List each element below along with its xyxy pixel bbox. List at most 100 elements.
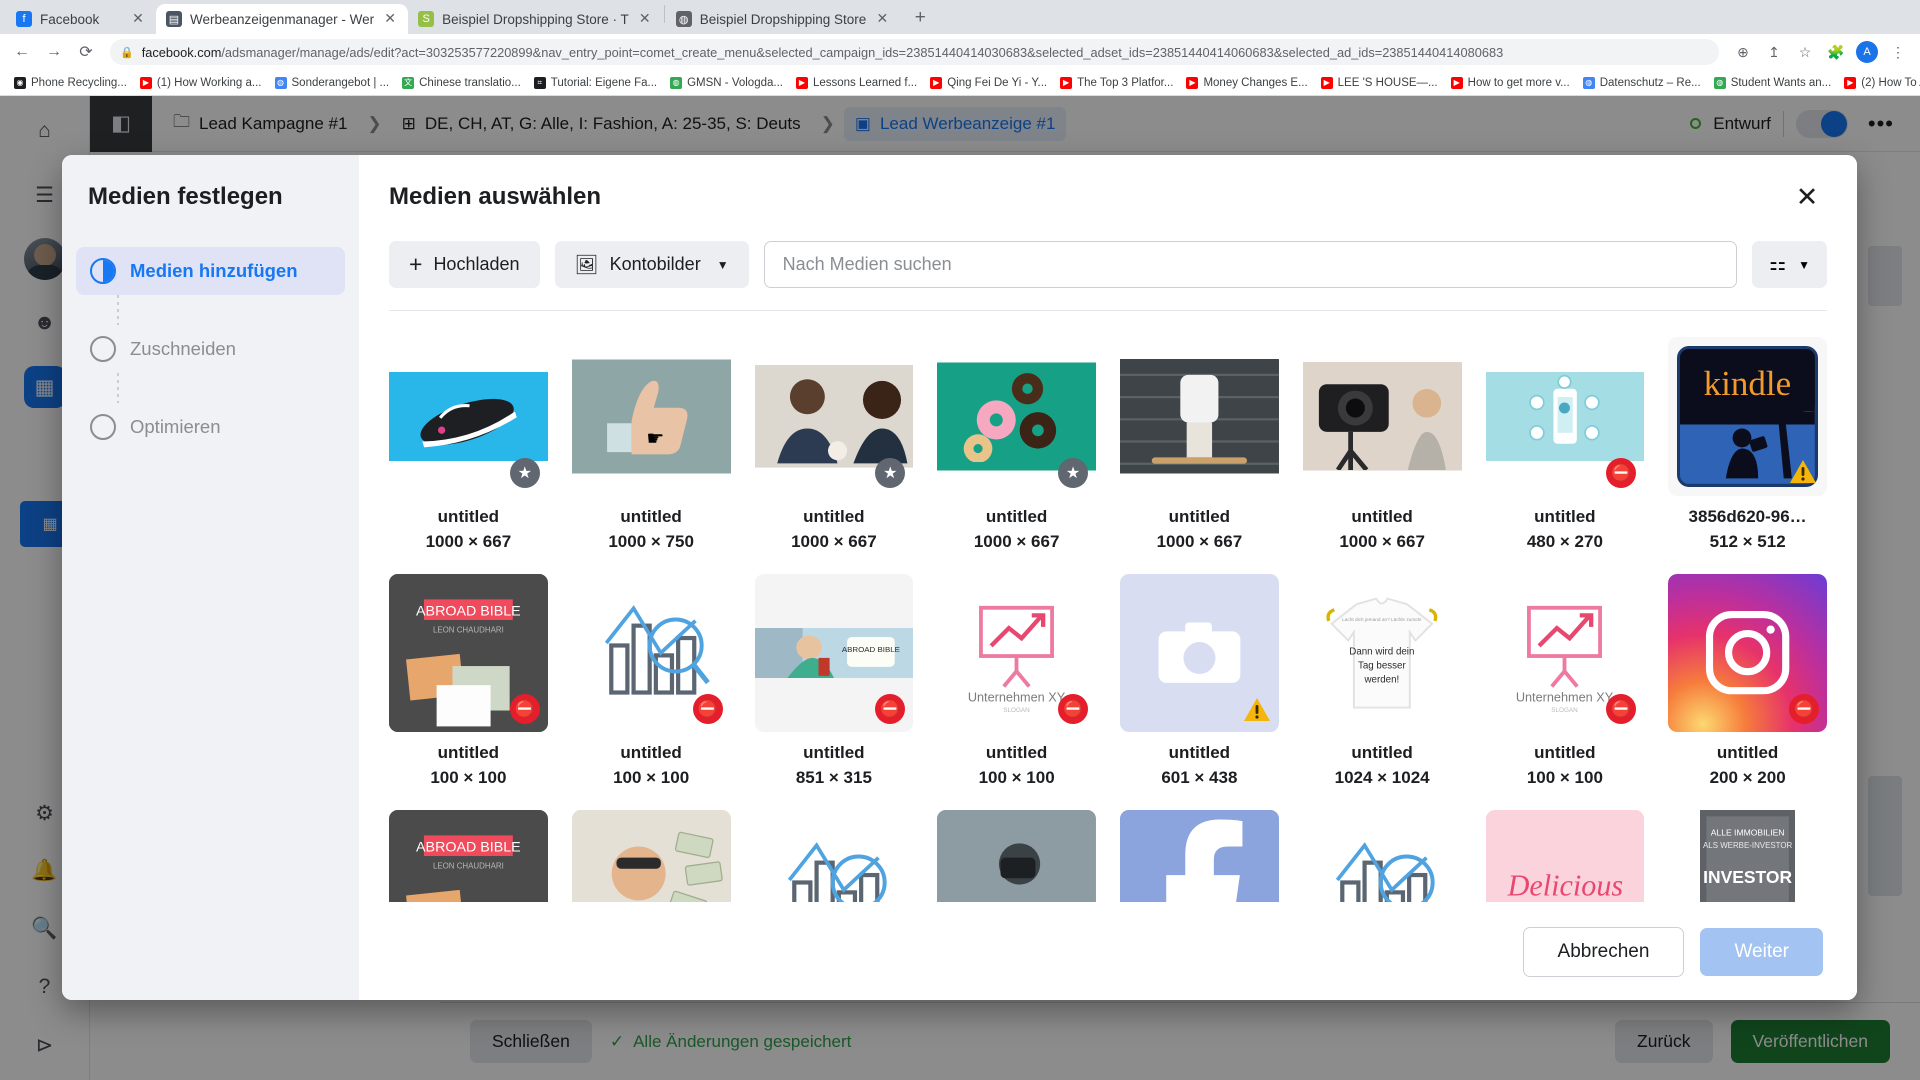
- media-thumbnail[interactable]: Unternehmen XY SLOGAN ⛔: [937, 573, 1096, 733]
- bookmark-item[interactable]: ▶ How to get more v...: [1445, 74, 1576, 92]
- media-item[interactable]: ⛔ untitled 480 × 270: [1485, 336, 1645, 552]
- media-item[interactable]: ABROAD BIBLE LEON CHAUDHARI: [389, 810, 548, 902]
- bookmark-item[interactable]: ▶ Qing Fei De Yi - Y...: [924, 74, 1053, 92]
- bookmark-item[interactable]: ◍ GMSN - Vologda...: [664, 74, 789, 92]
- media-item[interactable]: kindle 3856d620-96… 512 × 512: [1668, 336, 1827, 552]
- source-dropdown[interactable]: 🖼 Kontobilder ▼: [554, 241, 749, 288]
- media-thumbnail[interactable]: [1120, 336, 1279, 496]
- favorite-badge-icon[interactable]: ★: [1058, 457, 1088, 488]
- media-thumbnail[interactable]: ★: [754, 336, 914, 496]
- search-input[interactable]: Nach Medien suchen: [763, 241, 1738, 288]
- new-tab-button[interactable]: +: [906, 4, 934, 32]
- bookmark-item[interactable]: ▶ Lessons Learned f...: [790, 74, 923, 92]
- bookmark-item[interactable]: ▶ The Top 3 Platfor...: [1054, 74, 1179, 92]
- forward-icon[interactable]: →: [40, 38, 68, 66]
- media-item[interactable]: ⛔ untitled 100 × 100: [571, 573, 731, 789]
- bookmark-item[interactable]: ◍ Sonderangebot | ...: [269, 74, 396, 92]
- media-item[interactable]: ABROAD BIBLE ⛔ untitled 851 × 315: [754, 573, 914, 789]
- extensions-icon[interactable]: 🧩: [1822, 38, 1850, 66]
- media-thumbnail[interactable]: [937, 810, 1096, 902]
- browser-tab-0[interactable]: f Facebook ✕: [6, 4, 156, 34]
- media-thumbnail[interactable]: [571, 810, 731, 902]
- media-item[interactable]: ⛔ untitled 200 × 200: [1668, 573, 1827, 789]
- media-thumbnail[interactable]: [754, 810, 914, 902]
- browser-tab-3[interactable]: ◍ Beispiel Dropshipping Store ✕: [666, 4, 901, 34]
- media-thumbnail[interactable]: Unternehmen XY SLOGAN ⛔: [1485, 573, 1645, 733]
- menu-icon[interactable]: ⋮: [1884, 38, 1912, 66]
- media-item[interactable]: [1302, 810, 1462, 902]
- bookmark-item[interactable]: ▶ (2) How To Add A...: [1838, 74, 1920, 92]
- upload-button[interactable]: + Hochladen: [389, 241, 540, 288]
- media-thumbnail[interactable]: ALLE IMMOBILIEN ALS WERBE-INVESTOR INVESTO…: [1668, 810, 1827, 902]
- browser-tab-1[interactable]: ▤ Werbeanzeigenmanager - Wer ✕: [156, 4, 409, 34]
- warning-badge-icon[interactable]: [1789, 458, 1817, 486]
- bookmark-item[interactable]: ◍ Student Wants an...: [1708, 74, 1838, 92]
- media-thumbnail[interactable]: kindle: [1668, 336, 1827, 496]
- media-item[interactable]: ☛ untitled 1000 × 750: [571, 336, 731, 552]
- media-item[interactable]: [571, 810, 731, 902]
- bookmark-item[interactable]: ⌗ Tutorial: Eigene Fa...: [528, 74, 663, 92]
- bookmark-item[interactable]: ▶ Money Changes E...: [1180, 74, 1313, 92]
- media-thumbnail[interactable]: [1120, 573, 1279, 733]
- media-item[interactable]: DeliciousDONUTS: [1485, 810, 1645, 902]
- media-thumbnail[interactable]: [1302, 336, 1462, 496]
- reload-icon[interactable]: ⟳: [72, 38, 100, 66]
- close-icon[interactable]: ✕: [1787, 177, 1827, 217]
- media-item[interactable]: untitled 1000 × 667: [1302, 336, 1462, 552]
- blocked-badge-icon[interactable]: ⛔: [875, 694, 906, 725]
- back-icon[interactable]: ←: [8, 38, 36, 66]
- close-icon[interactable]: ✕: [874, 11, 890, 27]
- media-thumbnail[interactable]: [1120, 810, 1279, 902]
- bookmark-star-icon[interactable]: ☆: [1791, 38, 1819, 66]
- share-icon[interactable]: ↥: [1760, 38, 1788, 66]
- media-thumbnail[interactable]: ☛: [571, 336, 731, 496]
- media-item[interactable]: [1120, 810, 1279, 902]
- close-icon[interactable]: ✕: [382, 11, 398, 27]
- media-item[interactable]: ★ untitled 1000 × 667: [754, 336, 914, 552]
- bookmark-item[interactable]: ◉ Phone Recycling...: [8, 74, 133, 92]
- next-button[interactable]: Weiter: [1700, 927, 1823, 976]
- media-item[interactable]: [937, 810, 1096, 902]
- media-item[interactable]: untitled 1000 × 667: [1120, 336, 1279, 552]
- media-thumbnail[interactable]: ⛔: [1485, 336, 1645, 496]
- bookmark-item[interactable]: ▶ LEE 'S HOUSE—...: [1315, 74, 1444, 92]
- cancel-button[interactable]: Abbrechen: [1522, 926, 1685, 977]
- bookmark-item[interactable]: ◍ Datenschutz – Re...: [1577, 74, 1707, 92]
- address-bar[interactable]: 🔒 facebook.com/adsmanager/manage/ads/edi…: [110, 39, 1719, 65]
- media-thumbnail[interactable]: ABROAD BIBLE LEON CHAUDHARI: [389, 810, 548, 902]
- media-thumbnail[interactable]: ABROAD BIBLE LEON CHAUDHARI ⛔: [389, 573, 548, 733]
- bookmark-item[interactable]: ▶ (1) How Working a...: [134, 74, 268, 92]
- media-item[interactable]: [754, 810, 914, 902]
- media-item[interactable]: ★ untitled 1000 × 667: [389, 336, 548, 552]
- step-optimize[interactable]: Optimieren: [76, 403, 345, 451]
- media-grid-wrapper[interactable]: ★ untitled 1000 × 667 ☛ untitled 1000 × …: [359, 311, 1857, 902]
- favorite-badge-icon[interactable]: ★: [509, 457, 540, 488]
- warning-badge-icon[interactable]: [1243, 696, 1271, 724]
- media-thumbnail[interactable]: ⛔: [571, 573, 731, 733]
- close-icon[interactable]: ✕: [637, 11, 653, 27]
- media-thumbnail[interactable]: [1302, 810, 1462, 902]
- zoom-icon[interactable]: ⊕: [1729, 38, 1757, 66]
- favorite-badge-icon[interactable]: ★: [875, 457, 906, 488]
- bookmark-item[interactable]: 文 Chinese translatio...: [396, 74, 527, 92]
- blocked-badge-icon[interactable]: ⛔: [509, 694, 540, 725]
- media-item[interactable]: Unternehmen XY SLOGAN ⛔ untitled 100 × 1…: [1485, 573, 1645, 789]
- media-item[interactable]: untitled 601 × 438: [1120, 573, 1279, 789]
- close-icon[interactable]: ✕: [130, 11, 146, 27]
- filter-button[interactable]: ⚏ ▼: [1752, 241, 1827, 288]
- blocked-badge-icon[interactable]: ⛔: [692, 694, 723, 725]
- browser-tab-2[interactable]: S Beispiel Dropshipping Store · T ✕: [408, 4, 663, 34]
- media-thumbnail[interactable]: Dann wird dein Tag besser werden! Lacht dic…: [1302, 573, 1462, 733]
- media-item[interactable]: ★ untitled 1000 × 667: [937, 336, 1096, 552]
- step-add-media[interactable]: Medien hinzufügen: [76, 247, 345, 295]
- blocked-badge-icon[interactable]: ⛔: [1606, 457, 1637, 488]
- media-item[interactable]: ALLE IMMOBILIEN ALS WERBE-INVESTOR INVESTO…: [1668, 810, 1827, 902]
- step-crop[interactable]: Zuschneiden: [76, 325, 345, 373]
- media-item[interactable]: Unternehmen XY SLOGAN ⛔ untitled 100 × 1…: [937, 573, 1096, 789]
- media-thumbnail[interactable]: ⛔: [1668, 573, 1827, 733]
- media-thumbnail[interactable]: DeliciousDONUTS: [1485, 810, 1645, 902]
- profile-avatar-icon[interactable]: A: [1853, 38, 1881, 66]
- media-item[interactable]: ABROAD BIBLE LEON CHAUDHARI ⛔ untitled 10…: [389, 573, 548, 789]
- media-thumbnail[interactable]: ★: [937, 336, 1096, 496]
- media-thumbnail[interactable]: ★: [389, 336, 548, 496]
